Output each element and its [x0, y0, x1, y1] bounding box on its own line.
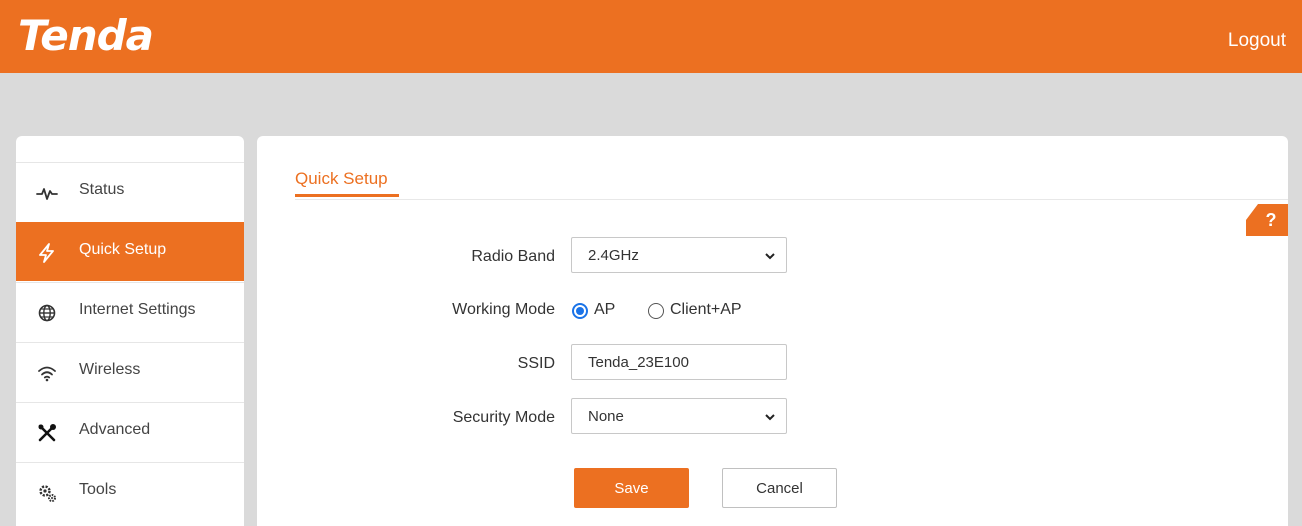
sidebar-item-wireless[interactable]: Wireless — [16, 342, 244, 401]
radio-ap-label[interactable]: AP — [594, 301, 615, 319]
top-header: Tenda Logout — [0, 0, 1302, 73]
gears-icon — [36, 482, 58, 504]
ssid-label: SSID — [517, 355, 555, 372]
security-mode-select[interactable]: None — [571, 398, 787, 434]
tools-icon — [36, 422, 58, 444]
radio-client-ap-label[interactable]: Client+AP — [670, 301, 742, 319]
security-mode-label: Security Mode — [452, 409, 555, 426]
radio-client-ap[interactable] — [648, 303, 664, 319]
wifi-icon — [36, 362, 58, 384]
sidebar-item-quick-setup[interactable]: Quick Setup — [16, 222, 244, 281]
security-mode-value: None — [588, 408, 624, 425]
sidebar-item-tools[interactable]: Tools — [16, 462, 244, 521]
help-icon: ? — [1265, 209, 1277, 230]
globe-icon — [36, 302, 58, 324]
chevron-down-icon — [764, 410, 776, 422]
sidebar-item-label: Advanced — [79, 421, 151, 438]
divider — [295, 199, 1288, 200]
pulse-icon — [36, 182, 58, 204]
radio-band-label: Radio Band — [471, 248, 555, 265]
sidebar-nav: Status Quick Setup Internet Settings Wir… — [16, 136, 244, 526]
sidebar-item-label: Wireless — [79, 361, 141, 378]
sidebar-item-label: Tools — [79, 481, 117, 498]
ssid-value: Tenda_23E100 — [588, 354, 689, 371]
radio-band-select[interactable]: 2.4GHz — [571, 237, 787, 273]
main-panel: Quick Setup ? Radio Band 2.4GHz Working … — [257, 136, 1288, 526]
sidebar-item-advanced[interactable]: Advanced — [16, 402, 244, 461]
page-title: Quick Setup — [295, 169, 388, 188]
radio-band-value: 2.4GHz — [588, 247, 639, 264]
sidebar-item-status[interactable]: Status — [16, 162, 244, 221]
cancel-button[interactable]: Cancel — [722, 468, 837, 508]
help-button[interactable]: ? — [1246, 204, 1288, 236]
sidebar-item-label: Quick Setup — [79, 241, 167, 258]
working-mode-label: Working Mode — [452, 301, 555, 318]
lightning-icon — [36, 242, 58, 264]
sidebar-item-internet-settings[interactable]: Internet Settings — [16, 282, 244, 341]
logout-link[interactable]: Logout — [1228, 30, 1286, 52]
radio-ap[interactable] — [572, 303, 588, 319]
sidebar-item-label: Status — [79, 181, 125, 198]
ssid-input[interactable]: Tenda_23E100 — [571, 344, 787, 380]
save-button[interactable]: Save — [574, 468, 689, 508]
sidebar-item-label: Internet Settings — [79, 301, 196, 318]
tenda-logo: Tenda — [18, 11, 154, 60]
chevron-down-icon — [764, 249, 776, 261]
title-underline — [295, 194, 399, 197]
